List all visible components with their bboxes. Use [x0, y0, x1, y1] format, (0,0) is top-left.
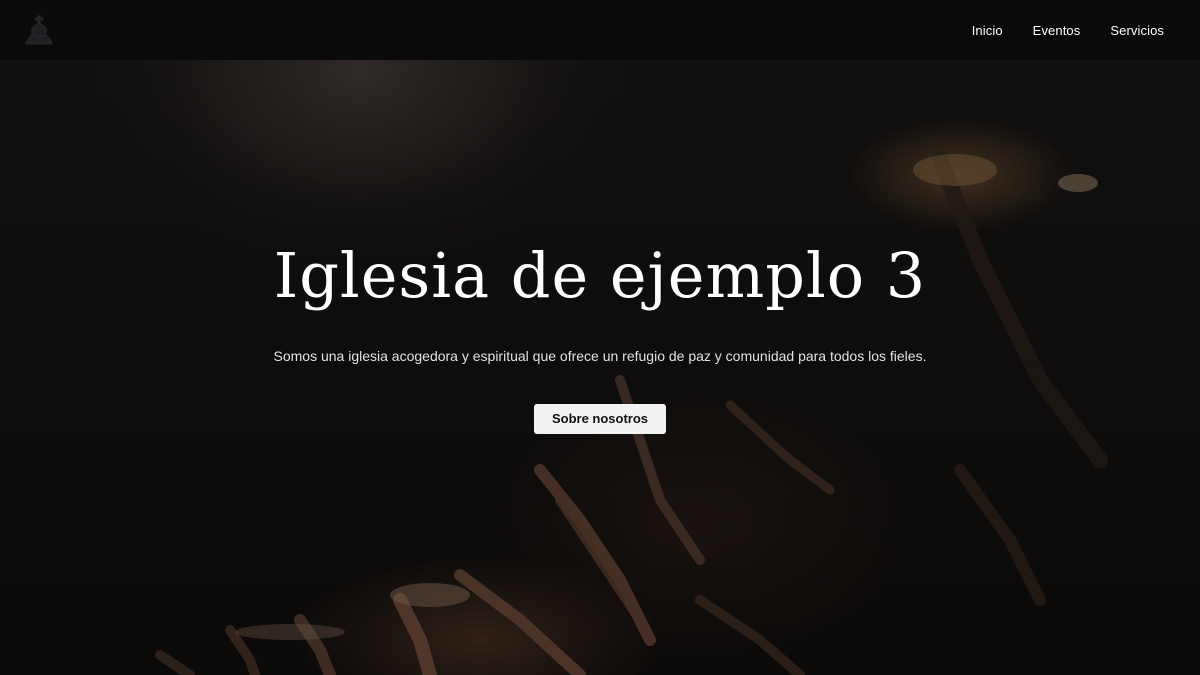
about-us-button[interactable]: Sobre nosotros	[533, 404, 667, 434]
nav-link-eventos[interactable]: Eventos	[1033, 23, 1081, 38]
hero-section: Iglesia de ejemplo 3 Somos una iglesia a…	[0, 230, 1200, 434]
page: Inicio Eventos Servicios Iglesia de ejem…	[0, 0, 1200, 675]
main-nav: Inicio Eventos Servicios	[972, 0, 1164, 60]
hero-title: Iglesia de ejemplo 3	[273, 239, 927, 312]
site-header: Inicio Eventos Servicios	[0, 0, 1200, 60]
nav-link-servicios[interactable]: Servicios	[1110, 23, 1164, 38]
hero-subtitle: Somos una iglesia acogedora y espiritual…	[273, 348, 927, 364]
church-icon[interactable]	[24, 14, 54, 46]
nav-link-inicio[interactable]: Inicio	[972, 23, 1003, 38]
